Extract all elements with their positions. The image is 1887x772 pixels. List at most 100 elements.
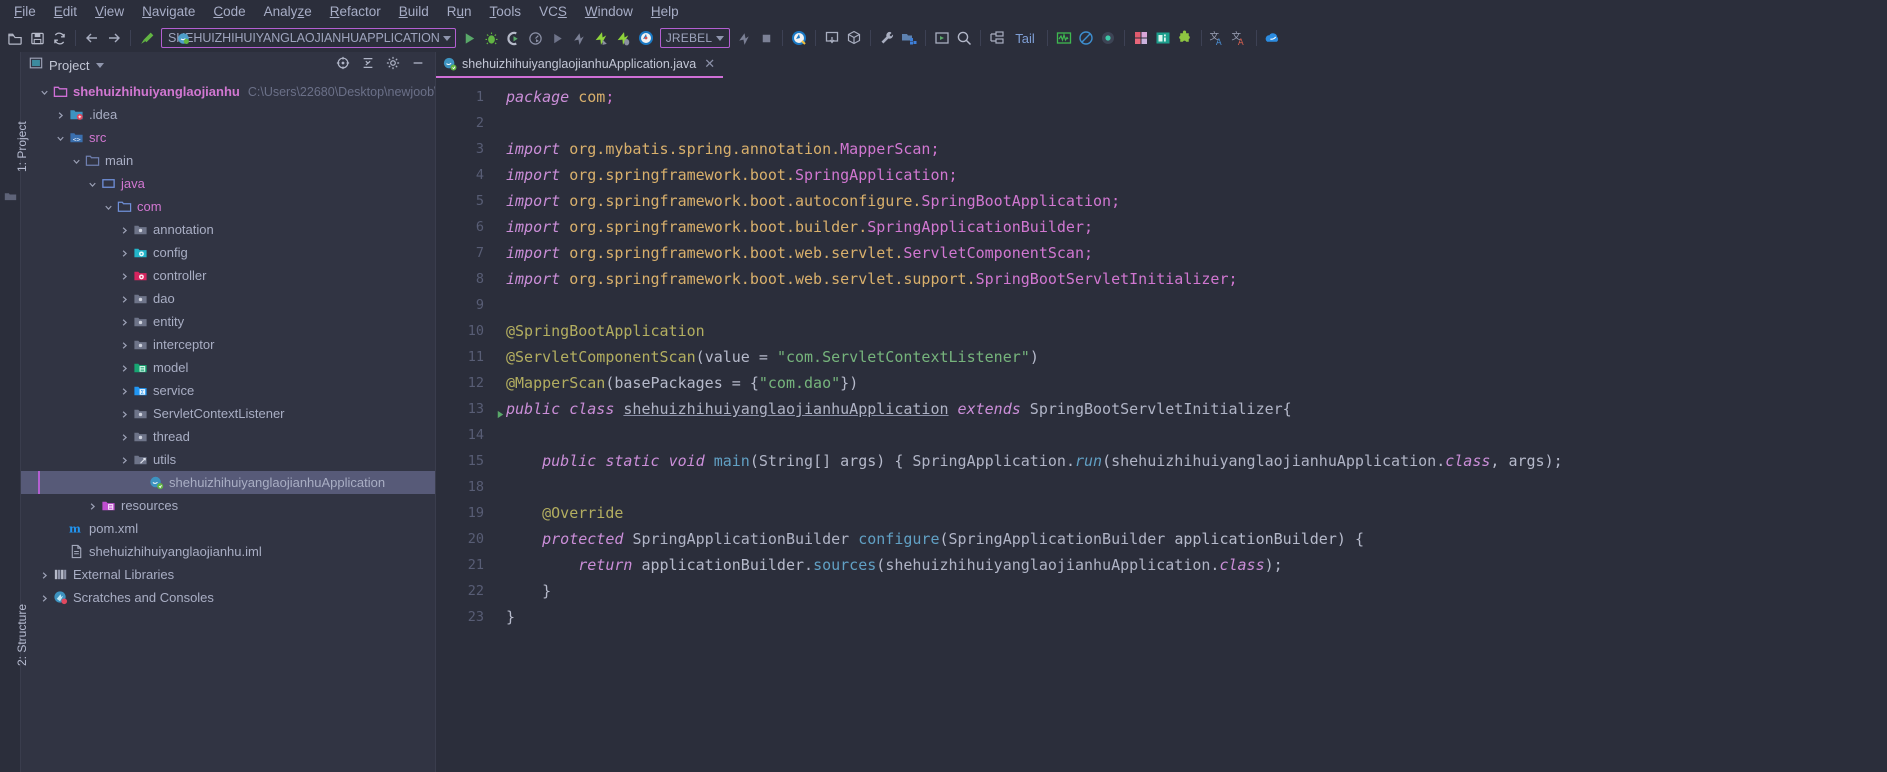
tree-item-java[interactable]: java (21, 172, 435, 195)
editor-scrollbar-track[interactable] (1874, 78, 1887, 772)
tree-item-thread[interactable]: thread (21, 425, 435, 448)
chevron-down-icon[interactable] (71, 155, 82, 166)
chevron-down-icon[interactable] (442, 35, 451, 41)
chevron-down-icon[interactable] (39, 86, 50, 97)
search-everywhere-icon[interactable] (953, 27, 975, 49)
code-line[interactable]: public static void main(String[] args) {… (492, 448, 1887, 474)
line-number-gutter[interactable]: 1 2 3 4 5 6 7 8 9 10 11 12 13 14 15 18 19 20 21 22 23 (436, 78, 504, 772)
chevron-right-icon[interactable] (119, 224, 130, 235)
code-line[interactable]: return applicationBuilder.sources(shehui… (492, 552, 1887, 578)
hide-icon[interactable] (411, 56, 425, 75)
chevron-right-icon[interactable] (119, 362, 130, 373)
translate-icon[interactable]: 文A (1207, 27, 1229, 49)
chevron-right-icon[interactable] (119, 293, 130, 304)
tree-item-dao[interactable]: dao (21, 287, 435, 310)
jrebel-badge-icon[interactable] (635, 27, 657, 49)
forward-arrow-icon[interactable] (103, 27, 125, 49)
tree-item-external-libraries[interactable]: External Libraries (21, 563, 435, 586)
translate-alt-icon[interactable]: 文A (1229, 27, 1251, 49)
jrebel-run-icon[interactable] (591, 27, 613, 49)
menu-item-tools[interactable]: Tools (481, 1, 531, 23)
tree-item-entity[interactable]: entity (21, 310, 435, 333)
chevron-right-icon[interactable] (119, 454, 130, 465)
menu-item-analyze[interactable]: Analyze (255, 1, 321, 23)
code-line[interactable]: import org.springframework.boot.SpringAp… (492, 162, 1887, 188)
project-tree[interactable]: shehuizhihuiyanglaojianhu C:\Users\22680\… (21, 78, 435, 772)
jrebel-stop-gray-icon[interactable] (733, 27, 755, 49)
debug-icon[interactable] (481, 27, 503, 49)
code-line[interactable]: package com; (492, 84, 1887, 110)
code-line[interactable]: import org.springframework.boot.autoconf… (492, 188, 1887, 214)
tree-item-shehuizhihuiyanglaojianhu[interactable]: shehuizhihuiyanglaojianhu C:\Users\22680\… (21, 80, 435, 103)
close-icon[interactable]: ✕ (704, 56, 715, 72)
code-line[interactable]: } (492, 578, 1887, 604)
run-anything-icon[interactable] (931, 27, 953, 49)
tree-item--idea[interactable]: .idea (21, 103, 435, 126)
code-line[interactable]: } (492, 604, 1887, 630)
chevron-right-icon[interactable] (119, 316, 130, 327)
chevron-down-icon[interactable] (103, 201, 114, 212)
chevron-right-icon[interactable] (119, 385, 130, 396)
code-line[interactable]: import org.springframework.boot.web.serv… (492, 240, 1887, 266)
layout-icon[interactable] (1130, 27, 1152, 49)
menu-item-vcs[interactable]: VCS (530, 1, 576, 23)
tree-item-shehuizhihuiyanglaojianhuapplication[interactable]: shehuizhihuiyanglaojianhuApplication (21, 471, 435, 494)
project-strip-icon[interactable] (4, 190, 17, 208)
run-icon[interactable] (459, 27, 481, 49)
jrebel-dropdown[interactable]: JREBEL (659, 28, 731, 48)
chevron-right-icon[interactable] (39, 592, 50, 603)
back-arrow-icon[interactable] (81, 27, 103, 49)
run-with-coverage-icon[interactable] (503, 27, 525, 49)
code-line[interactable]: protected SpringApplicationBuilder confi… (492, 526, 1887, 552)
locate-icon[interactable] (336, 56, 350, 75)
activity-monitor-icon[interactable] (1053, 27, 1075, 49)
tree-item-service[interactable]: Σservice (21, 379, 435, 402)
menu-item-view[interactable]: View (86, 1, 133, 23)
chevron-right-icon[interactable] (87, 500, 98, 511)
menu-item-run[interactable]: Run (438, 1, 481, 23)
code-line[interactable]: import org.springframework.boot.builder.… (492, 214, 1887, 240)
menu-item-help[interactable]: Help (642, 1, 688, 23)
code-line[interactable]: public class shehuizhihuiyanglaojianhuAp… (492, 396, 1887, 422)
collapse-all-icon[interactable] (361, 56, 375, 75)
plugin-puzzle-icon[interactable] (1174, 27, 1196, 49)
code-line[interactable]: import org.springframework.boot.web.serv… (492, 266, 1887, 292)
chevron-right-icon[interactable] (119, 431, 130, 442)
tree-item-controller[interactable]: controller (21, 264, 435, 287)
save-icon[interactable] (26, 27, 48, 49)
menu-item-file[interactable]: File (5, 1, 45, 23)
run-configuration-selector[interactable]: shehuizhihuiyanglaojianhuApplication (161, 28, 456, 48)
jrebel-debug-icon[interactable] (613, 27, 635, 49)
mute-breakpoints-icon[interactable] (1075, 27, 1097, 49)
tree-item-annotation[interactable]: annotation (21, 218, 435, 241)
chevron-right-icon[interactable] (55, 109, 66, 120)
open-folder-icon[interactable] (4, 27, 26, 49)
record-icon[interactable] (1097, 27, 1119, 49)
editor-tab[interactable]: shehuizhihuiyanglaojianhuApplication.jav… (436, 52, 724, 79)
chevron-down-icon[interactable] (55, 132, 66, 143)
project-structure-icon[interactable] (898, 27, 920, 49)
code-line[interactable] (492, 474, 1887, 500)
chevron-down-icon[interactable] (87, 178, 98, 189)
code-lines[interactable]: package com; import org.mybatis.spring.a… (492, 78, 1887, 772)
tree-item-utils[interactable]: utils (21, 448, 435, 471)
inspect-icon[interactable] (1152, 27, 1174, 49)
build-hammer-icon[interactable] (136, 27, 158, 49)
tree-item-interceptor[interactable]: interceptor (21, 333, 435, 356)
settings-wrench-icon[interactable] (876, 27, 898, 49)
jrebel-run-gray-icon[interactable] (569, 27, 591, 49)
menu-item-edit[interactable]: Edit (45, 1, 86, 23)
menu-item-build[interactable]: Build (390, 1, 438, 23)
code-line[interactable]: @SpringBootApplication (492, 318, 1887, 344)
tail-button[interactable]: Tail (1008, 31, 1042, 46)
menu-item-navigate[interactable]: Navigate (133, 1, 204, 23)
menu-item-code[interactable]: Code (204, 1, 254, 23)
tree-item-resources[interactable]: resources (21, 494, 435, 517)
sync-icon[interactable] (48, 27, 70, 49)
chevron-right-icon[interactable] (119, 408, 130, 419)
code-line[interactable]: @Override (492, 500, 1887, 526)
code-line[interactable]: @MapperScan(basePackages = {"com.dao"}) (492, 370, 1887, 396)
cloud-icon[interactable] (1262, 27, 1284, 49)
menu-item-window[interactable]: Window (576, 1, 642, 23)
tree-item-com[interactable]: com (21, 195, 435, 218)
